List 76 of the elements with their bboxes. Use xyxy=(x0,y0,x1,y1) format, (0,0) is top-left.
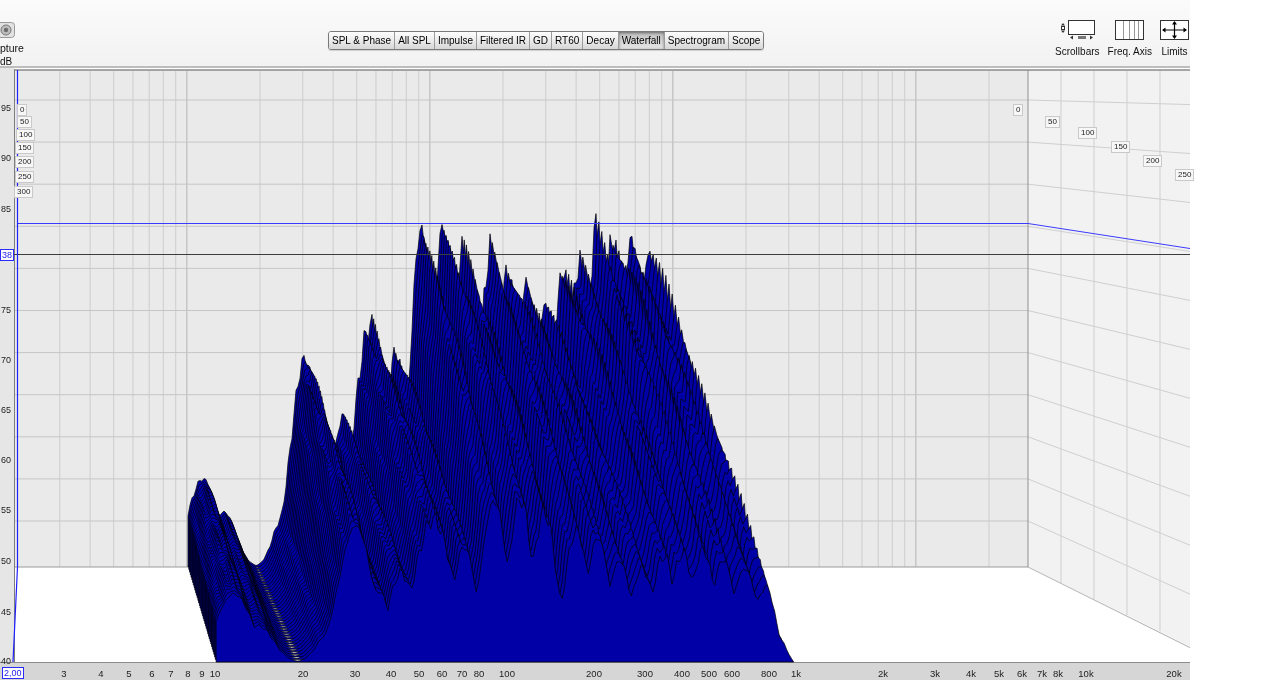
axis-tick-label: 20 xyxy=(297,668,309,679)
axis-tick-label: 9 xyxy=(199,668,205,679)
axis-tick-label: 600 xyxy=(724,668,740,679)
axis-tick-label: 5 xyxy=(126,668,132,679)
axis-tick-label: 8 xyxy=(185,668,191,679)
time-label: 250 xyxy=(15,171,35,183)
axis-tick-label: 60 xyxy=(436,668,448,679)
axis-tick-label: 7k xyxy=(1037,668,1047,679)
axis-tick-label: 70 xyxy=(1,355,11,365)
axis-tick-label: 1k xyxy=(791,668,801,679)
time-label: 50 xyxy=(1045,116,1060,128)
axis-tick-label: 6 xyxy=(149,668,155,679)
grid-icon xyxy=(1115,20,1145,40)
axis-tick-label: 3 xyxy=(61,668,67,679)
axis-tick-label: 85 xyxy=(1,203,11,214)
axis-tick-label: 100 xyxy=(499,668,515,679)
axis-tick-label: 2k xyxy=(878,668,888,679)
axis-tick-label: 4k xyxy=(966,668,976,679)
frequency-readout: 2,00 xyxy=(2,667,24,679)
graph-tab[interactable]: GD xyxy=(530,32,553,49)
time-label: 200 xyxy=(15,156,35,168)
axis-tick-label: 400 xyxy=(674,668,690,679)
time-label: 100 xyxy=(1078,127,1098,139)
axis-tick-label: 3k xyxy=(930,668,940,679)
graph-tab[interactable]: SPL & Phase xyxy=(329,32,396,49)
axis-tick-label: 70 xyxy=(456,668,468,679)
axis-tick-label: 80 xyxy=(473,668,485,679)
axis-tick-label: 800 xyxy=(761,668,777,679)
time-label: 150 xyxy=(15,142,35,154)
axis-unit-label: dB xyxy=(0,57,13,67)
toolbar-button[interactable]: Freq. Axis xyxy=(1107,20,1152,57)
axis-tick-label: 4 xyxy=(98,668,104,679)
axis-tick-label: 8k xyxy=(1053,668,1063,679)
axis-tick-label: 40 xyxy=(1,656,11,666)
axis-tick-label: 65 xyxy=(1,405,11,415)
toolbar-button[interactable]: Limits xyxy=(1160,20,1189,57)
axis-tick-label: 40 xyxy=(385,668,397,679)
axis-tick-label: 30 xyxy=(349,668,361,679)
time-label: 200 xyxy=(1143,155,1163,167)
axis-tick-label: 95 xyxy=(1,102,11,113)
axis-tick-label: 50 xyxy=(1,556,11,566)
graph-tab[interactable]: Scope xyxy=(729,32,764,49)
axis-tick-label: 200 xyxy=(586,668,602,679)
graph-tab[interactable]: RT60 xyxy=(552,32,584,49)
axis-tick-label: 50 xyxy=(413,668,425,679)
graph-tab[interactable]: All SPL xyxy=(395,32,435,49)
level-readout: 38 xyxy=(0,249,14,261)
graph-tab[interactable]: Impulse xyxy=(434,32,477,49)
time-label: 300 xyxy=(14,186,34,198)
time-label: 100 xyxy=(16,129,36,141)
axis-tick-label: 90 xyxy=(1,153,11,163)
time-label: 0 xyxy=(17,104,28,116)
axis-tick-label: 45 xyxy=(1,607,11,617)
time-label: 50 xyxy=(17,116,32,128)
axis-tick-label: 10 xyxy=(209,668,221,679)
graph-tab[interactable]: Spectrogram xyxy=(664,32,730,49)
time-label: 250 xyxy=(1175,169,1195,181)
toolbar-button[interactable]: Scrollbars xyxy=(1055,20,1100,57)
graph-tab[interactable]: Filtered IR xyxy=(476,32,531,49)
capture-button[interactable]: pture xyxy=(0,22,24,54)
axis-tick-label: 60 xyxy=(1,455,11,465)
scrollbars-icon xyxy=(1059,20,1095,40)
axis-tick-label: 75 xyxy=(1,304,11,315)
axis-tick-label: 300 xyxy=(637,668,653,679)
time-label: 0 xyxy=(1013,104,1024,116)
graph-tab[interactable]: Decay xyxy=(583,32,619,49)
axis-tick-label: 7 xyxy=(168,668,174,679)
axis-tick-label: 20k xyxy=(1166,668,1182,679)
axis-tick-label: 10k xyxy=(1078,668,1094,679)
graph-tab[interactable]: Waterfall xyxy=(618,32,665,49)
axis-tick-label: 6k xyxy=(1017,668,1027,679)
axis-tick-label: 55 xyxy=(1,505,11,515)
axis-tick-label: 5k xyxy=(994,668,1004,679)
time-label: 150 xyxy=(1111,141,1131,153)
four-way-arrow-icon xyxy=(1160,20,1189,40)
axis-tick-label: 500 xyxy=(701,668,717,679)
